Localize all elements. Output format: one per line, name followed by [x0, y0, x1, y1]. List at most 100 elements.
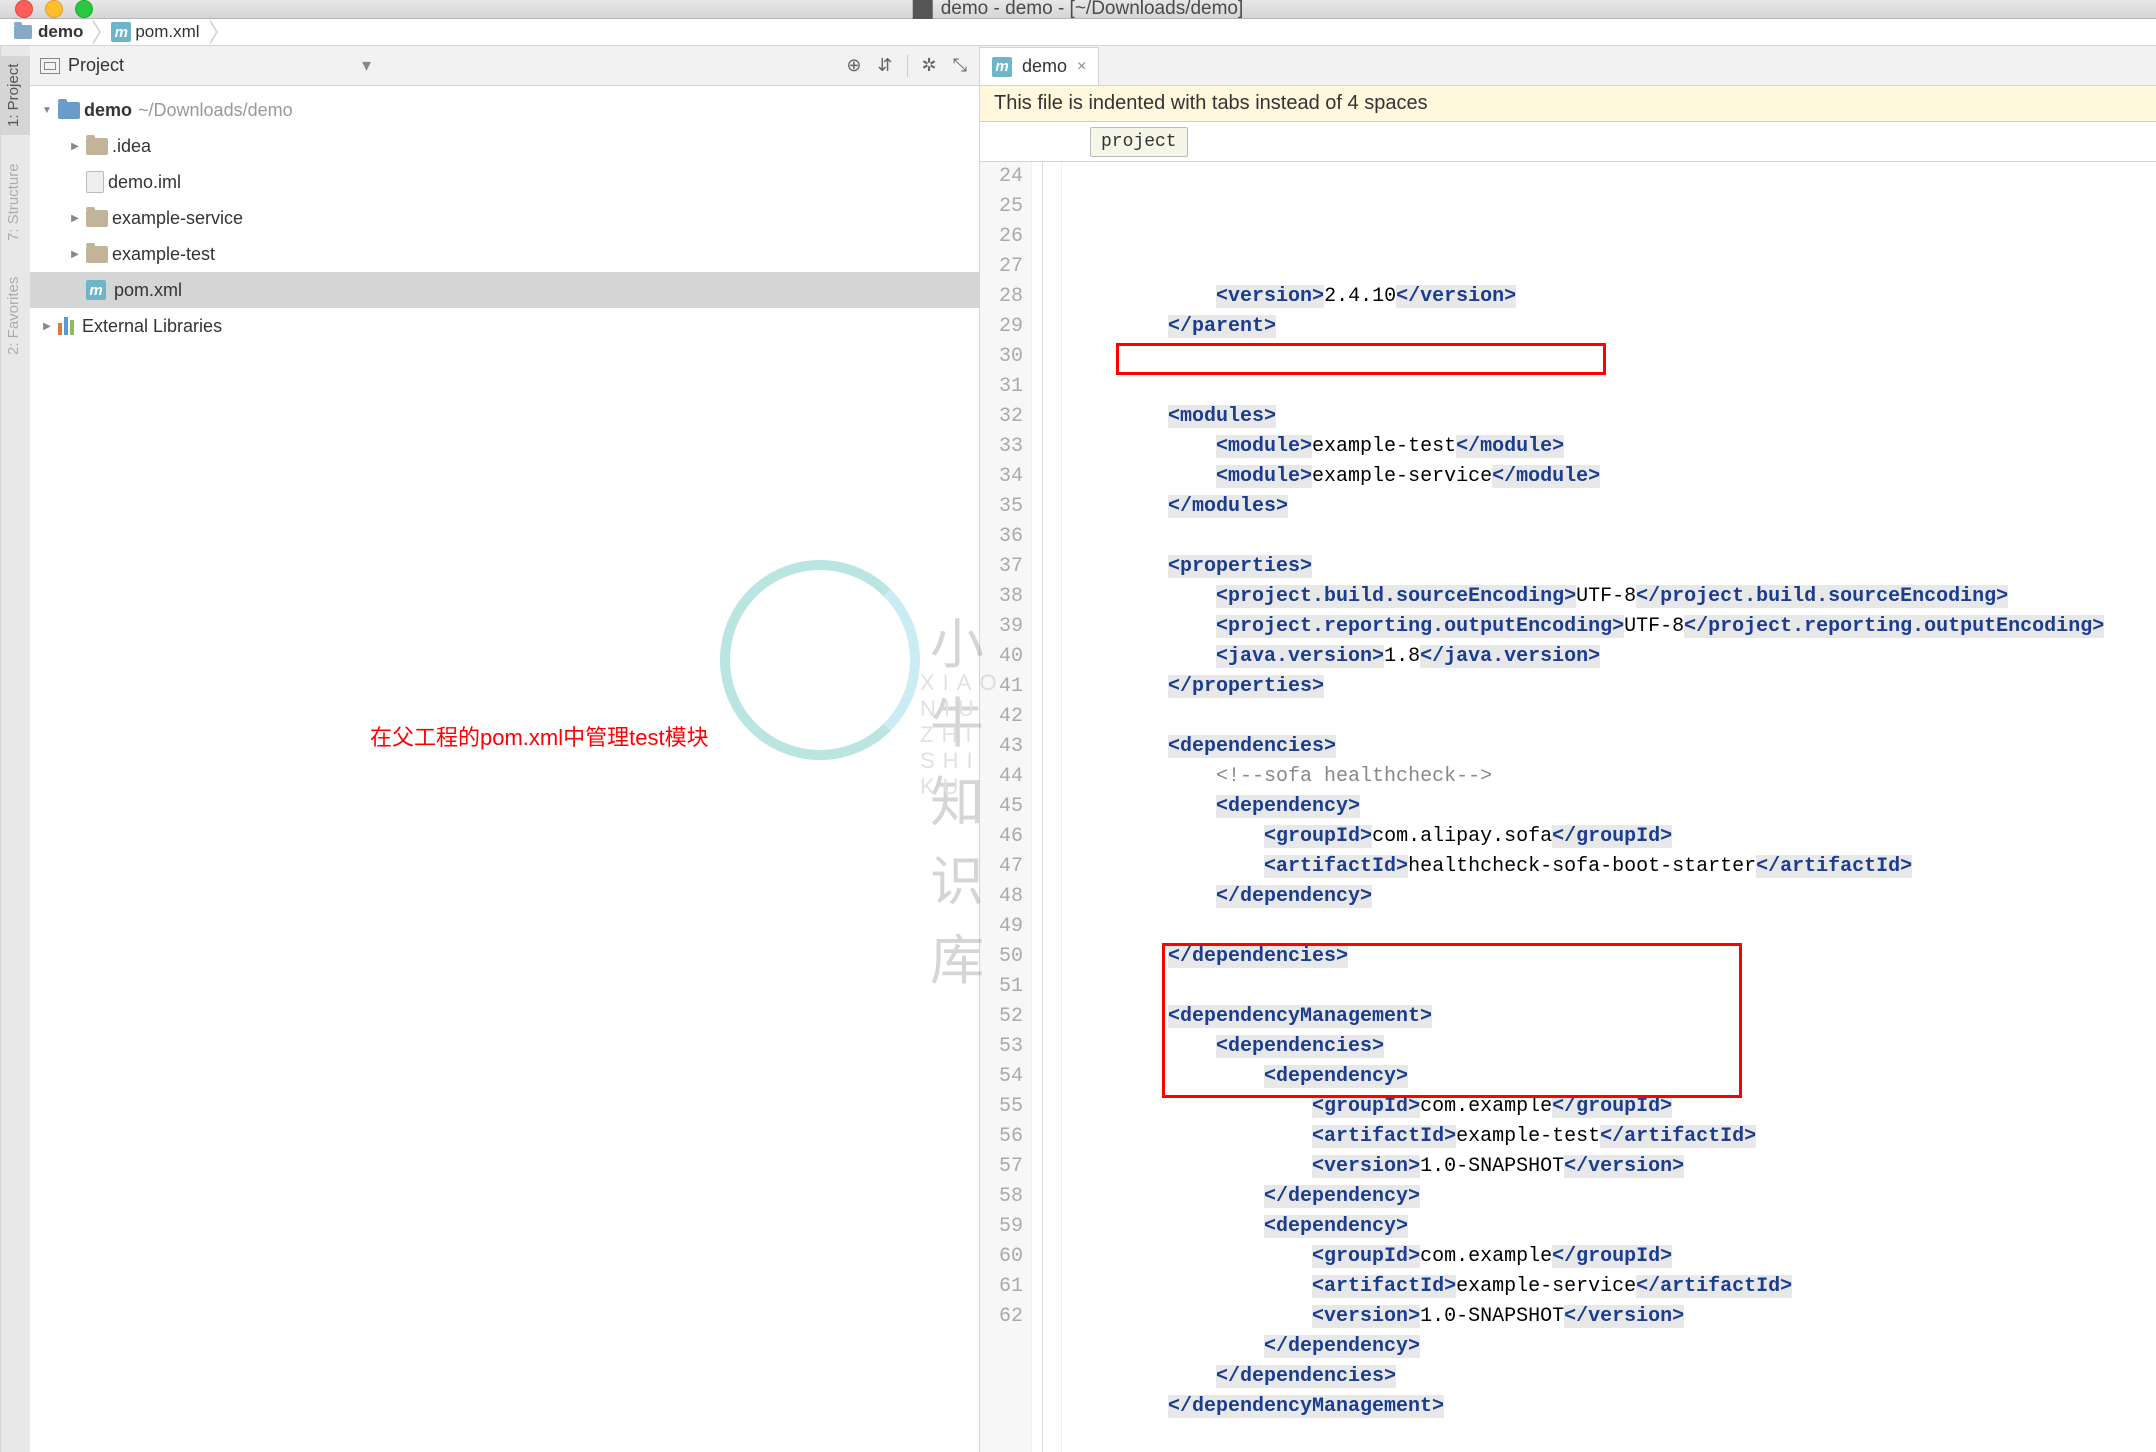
editor-tabs: m demo ×: [980, 46, 2156, 86]
code-line-49[interactable]: <dependencies>: [1072, 1032, 2156, 1062]
code-line-26[interactable]: [1072, 342, 2156, 372]
code-line-46[interactable]: </dependencies>: [1072, 942, 2156, 972]
fold-gutter[interactable]: [1032, 162, 1062, 1452]
code-line-35[interactable]: <project.reporting.outputEncoding>UTF-8<…: [1072, 612, 2156, 642]
tree-item-pom-xml[interactable]: m pom.xml: [30, 272, 979, 308]
indentation-warning-banner[interactable]: This file is indented with tabs instead …: [980, 86, 2156, 122]
navigation-bar: demo m pom.xml: [0, 19, 2156, 46]
code-line-56[interactable]: <groupId>com.example</groupId>: [1072, 1242, 2156, 1272]
code-line-61[interactable]: </dependencyManagement>: [1072, 1392, 2156, 1422]
close-window-button[interactable]: [15, 0, 33, 18]
file-icon: [86, 171, 104, 193]
expand-arrow-icon[interactable]: [40, 103, 54, 117]
maven-file-icon: m: [86, 280, 106, 300]
breadcrumb-file[interactable]: m pom.xml: [103, 19, 209, 45]
code-line-33[interactable]: <properties>: [1072, 552, 2156, 582]
tree-item--idea[interactable]: .idea: [30, 128, 979, 164]
dropdown-icon[interactable]: ▾: [362, 55, 371, 76]
expand-arrow-icon[interactable]: [40, 319, 54, 333]
app-icon: [913, 0, 933, 19]
sidebar-tab-favorites[interactable]: 2: Favorites: [1, 269, 30, 363]
hide-icon[interactable]: ⤡: [951, 53, 969, 78]
separator: [907, 55, 908, 77]
tree-external-libraries[interactable]: External Libraries: [30, 308, 979, 344]
project-view-icon: [40, 58, 60, 74]
code-line-40[interactable]: <!--sofa healthcheck-->: [1072, 762, 2156, 792]
left-tool-strip: 2: Favorites 7: Structure 1: Project: [0, 46, 30, 1452]
expand-arrow-icon[interactable]: [68, 247, 82, 261]
sidebar-tab-project[interactable]: 1: Project: [1, 56, 30, 135]
code-line-37[interactable]: </properties>: [1072, 672, 2156, 702]
code-line-53[interactable]: <version>1.0-SNAPSHOT</version>: [1072, 1152, 2156, 1182]
code-line-41[interactable]: <dependency>: [1072, 792, 2156, 822]
line-number-gutter[interactable]: 2425262728293031323334353637383940414243…: [980, 162, 1032, 1452]
code-line-51[interactable]: <groupId>com.example</groupId>: [1072, 1092, 2156, 1122]
zoom-window-button[interactable]: [75, 0, 93, 18]
editor-tab-demo[interactable]: m demo ×: [980, 47, 1099, 85]
tree-item-label: example-service: [112, 208, 243, 229]
code-line-36[interactable]: <java.version>1.8</java.version>: [1072, 642, 2156, 672]
folder-icon: [86, 210, 108, 227]
breadcrumb-root[interactable]: demo: [6, 19, 93, 45]
module-folder-icon: [58, 102, 80, 119]
gear-icon[interactable]: ✲: [920, 53, 939, 78]
code-line-44[interactable]: </dependency>: [1072, 882, 2156, 912]
code-line-43[interactable]: <artifactId>healthcheck-sofa-boot-starte…: [1072, 852, 2156, 882]
code-content[interactable]: <version>2.4.10</version> </parent> <mod…: [1062, 162, 2156, 1452]
code-line-45[interactable]: [1072, 912, 2156, 942]
code-line-38[interactable]: [1072, 702, 2156, 732]
code-editor[interactable]: 2425262728293031323334353637383940414243…: [980, 162, 2156, 1452]
tree-item-demo-iml[interactable]: demo.iml: [30, 164, 979, 200]
code-line-59[interactable]: </dependency>: [1072, 1332, 2156, 1362]
code-line-57[interactable]: <artifactId>example-service</artifactId>: [1072, 1272, 2156, 1302]
maven-file-icon: m: [111, 22, 131, 42]
close-tab-icon[interactable]: ×: [1077, 58, 1086, 76]
expand-arrow-icon[interactable]: [68, 139, 82, 153]
code-line-58[interactable]: <version>1.0-SNAPSHOT</version>: [1072, 1302, 2156, 1332]
folder-icon: [86, 246, 108, 263]
code-line-42[interactable]: <groupId>com.alipay.sofa</groupId>: [1072, 822, 2156, 852]
project-tree[interactable]: demo ~/Downloads/demo .idea demo.iml exampl…: [30, 86, 979, 1452]
code-line-24[interactable]: <version>2.4.10</version>: [1072, 282, 2156, 312]
code-line-32[interactable]: [1072, 522, 2156, 552]
code-line-30[interactable]: <module>example-service</module>: [1072, 462, 2156, 492]
code-line-62[interactable]: [1072, 1422, 2156, 1452]
code-line-48[interactable]: <dependencyManagement>: [1072, 1002, 2156, 1032]
breadcrumb-root-label: demo: [38, 22, 83, 42]
maven-file-icon: m: [992, 57, 1012, 77]
code-line-25[interactable]: </parent>: [1072, 312, 2156, 342]
tree-root-path: ~/Downloads/demo: [138, 100, 293, 120]
target-icon[interactable]: ⊕: [844, 53, 863, 78]
xml-breadcrumb-project[interactable]: project: [1090, 127, 1188, 157]
code-line-27[interactable]: [1072, 372, 2156, 402]
code-line-29[interactable]: <module>example-test</module>: [1072, 432, 2156, 462]
editor-area: m demo × This file is indented with tabs…: [980, 46, 2156, 1452]
tree-item-label: demo.iml: [108, 172, 181, 193]
tree-item-example-test[interactable]: example-test: [30, 236, 979, 272]
window-title: demo - demo - [~/Downloads/demo]: [941, 0, 1244, 20]
code-line-34[interactable]: <project.build.sourceEncoding>UTF-8</pro…: [1072, 582, 2156, 612]
tree-root[interactable]: demo ~/Downloads/demo: [30, 92, 979, 128]
folder-icon: [86, 138, 108, 155]
code-line-31[interactable]: </modules>: [1072, 492, 2156, 522]
tree-root-label: demo: [84, 100, 132, 120]
code-line-54[interactable]: </dependency>: [1072, 1182, 2156, 1212]
code-line-39[interactable]: <dependencies>: [1072, 732, 2156, 762]
tree-item-example-service[interactable]: example-service: [30, 200, 979, 236]
expand-arrow-icon[interactable]: [68, 211, 82, 225]
code-line-50[interactable]: <dependency>: [1072, 1062, 2156, 1092]
editor-tab-label: demo: [1022, 56, 1067, 77]
window-titlebar: demo - demo - [~/Downloads/demo]: [0, 0, 2156, 19]
tree-item-label: pom.xml: [114, 280, 182, 301]
minimize-window-button[interactable]: [45, 0, 63, 18]
sidebar-tab-structure[interactable]: 7: Structure: [1, 155, 30, 249]
code-line-47[interactable]: [1072, 972, 2156, 1002]
code-line-28[interactable]: <modules>: [1072, 402, 2156, 432]
collapse-icon[interactable]: ⇵: [875, 53, 894, 78]
code-line-55[interactable]: <dependency>: [1072, 1212, 2156, 1242]
code-line-52[interactable]: <artifactId>example-test</artifactId>: [1072, 1122, 2156, 1152]
code-line-60[interactable]: </dependencies>: [1072, 1362, 2156, 1392]
tree-item-label: .idea: [112, 136, 151, 157]
project-panel-title: Project: [68, 55, 124, 76]
external-libraries-label: External Libraries: [82, 316, 222, 337]
